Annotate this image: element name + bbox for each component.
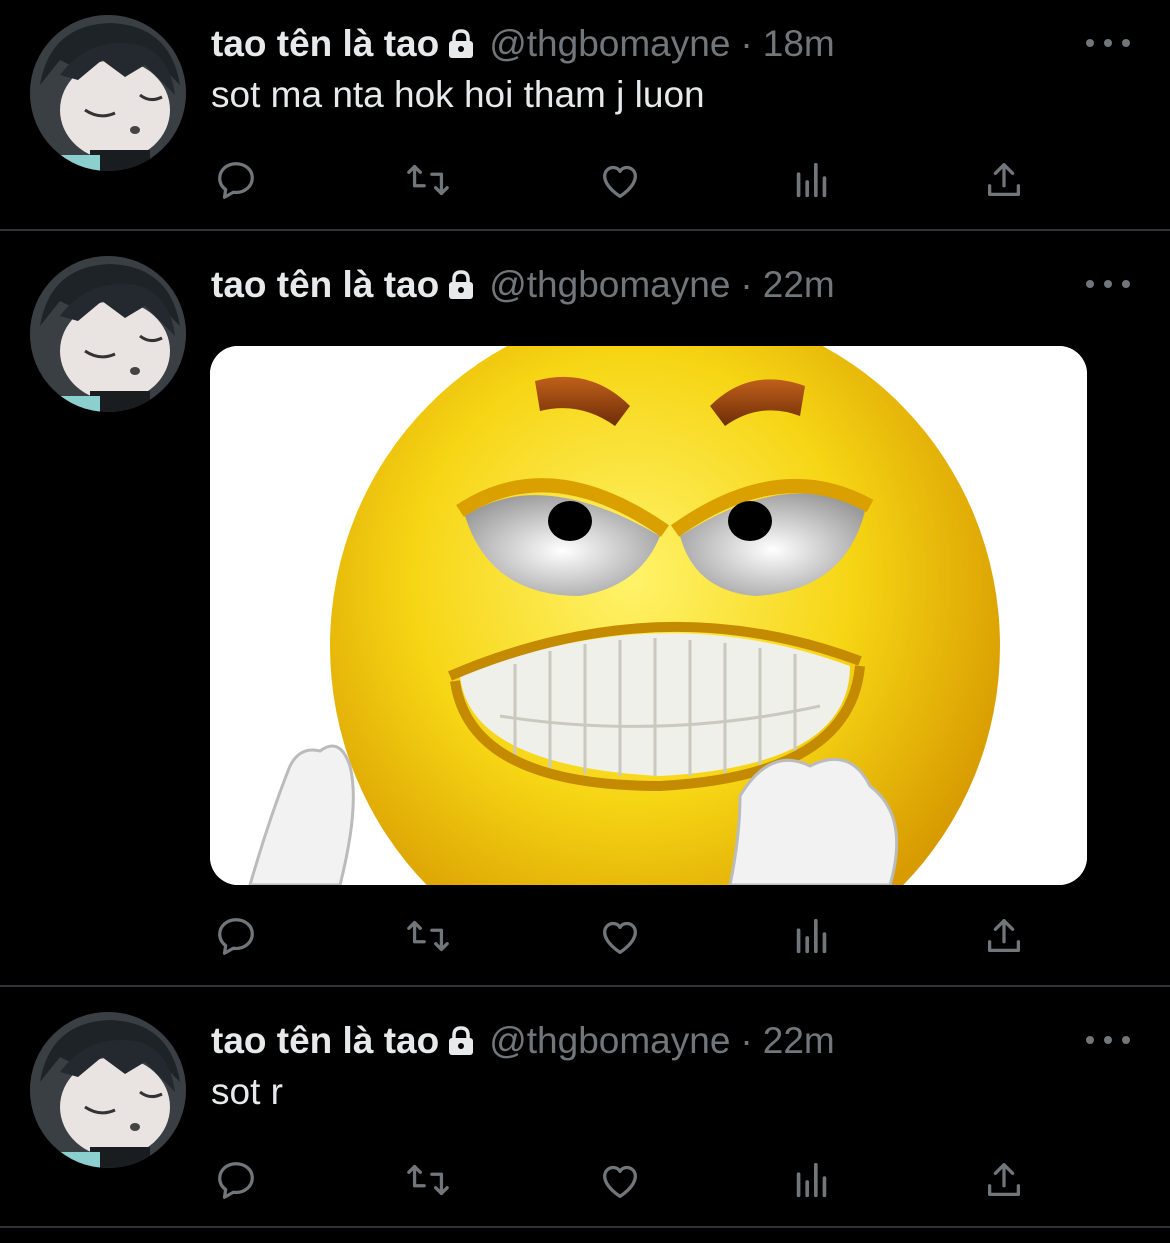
analytics-icon[interactable]	[786, 1155, 838, 1205]
avatar-image	[30, 1012, 186, 1168]
tweet[interactable]: tao tên là tao @thgbomayne · 22m sot r	[0, 987, 1170, 1227]
like-icon[interactable]	[594, 911, 646, 961]
separator: ·	[740, 23, 753, 64]
tweet-actions	[0, 155, 1170, 205]
tweet-actions	[0, 911, 1170, 961]
avatar-image	[30, 256, 186, 412]
timestamp[interactable]: 22m	[763, 264, 835, 306]
divider	[0, 1226, 1170, 1228]
analytics-icon[interactable]	[786, 911, 838, 961]
share-icon[interactable]	[978, 155, 1030, 205]
separator: ·	[740, 264, 753, 305]
avatar[interactable]	[30, 1012, 186, 1168]
lock-icon	[447, 28, 475, 60]
retweet-icon[interactable]	[402, 1155, 454, 1205]
timestamp[interactable]: 18m	[763, 23, 835, 65]
share-icon[interactable]	[978, 911, 1030, 961]
avatar[interactable]	[30, 15, 186, 171]
more-horizontal-icon[interactable]	[1086, 1030, 1130, 1050]
avatar[interactable]	[30, 256, 186, 412]
display-name[interactable]: tao tên là tao	[211, 264, 439, 306]
avatar-image	[30, 15, 186, 171]
tweet-text: sot ma nta hok hoi tham j luon	[211, 74, 705, 115]
more-horizontal-icon[interactable]	[1086, 274, 1130, 294]
username[interactable]: @thgbomayne	[489, 1020, 730, 1062]
retweet-icon[interactable]	[402, 911, 454, 961]
reply-icon[interactable]	[210, 1155, 262, 1205]
tweet[interactable]: tao tên là tao @thgbomayne · 22m	[0, 231, 1170, 986]
separator: ·	[740, 1020, 753, 1061]
angry-emoji-image[interactable]	[210, 346, 1087, 885]
timestamp[interactable]: 22m	[763, 1020, 835, 1062]
tweet-header: tao tên là tao @thgbomayne · 18m	[211, 19, 835, 69]
reply-icon[interactable]	[210, 155, 262, 205]
retweet-icon[interactable]	[402, 155, 454, 205]
tweet[interactable]: tao tên là tao @thgbomayne · 18m sot ma …	[0, 0, 1170, 230]
reply-icon[interactable]	[210, 911, 262, 961]
analytics-icon[interactable]	[786, 155, 838, 205]
more-horizontal-icon[interactable]	[1086, 33, 1130, 53]
tweet-actions	[0, 1155, 1170, 1205]
username[interactable]: @thgbomayne	[489, 23, 730, 65]
share-icon[interactable]	[978, 1155, 1030, 1205]
lock-icon	[447, 1025, 475, 1057]
lock-icon	[447, 269, 475, 301]
like-icon[interactable]	[594, 1155, 646, 1205]
tweet-text: sot r	[211, 1071, 283, 1112]
like-icon[interactable]	[594, 155, 646, 205]
tweet-header: tao tên là tao @thgbomayne · 22m	[211, 1016, 835, 1066]
tweet-header: tao tên là tao @thgbomayne · 22m	[211, 260, 835, 310]
username[interactable]: @thgbomayne	[489, 264, 730, 306]
display-name[interactable]: tao tên là tao	[211, 1020, 439, 1062]
display-name[interactable]: tao tên là tao	[211, 23, 439, 65]
